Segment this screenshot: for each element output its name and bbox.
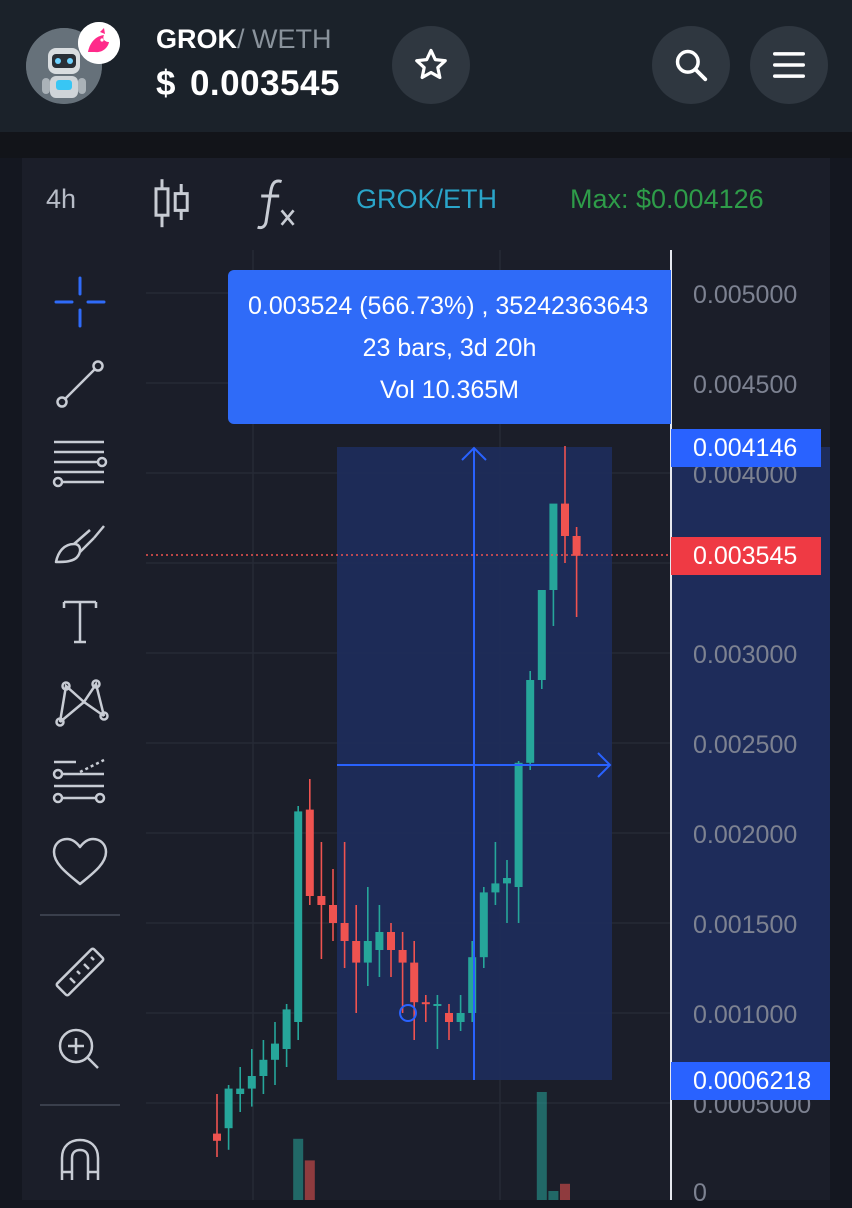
volume-bar xyxy=(293,1138,304,1200)
candle-body xyxy=(526,680,535,763)
candle-body xyxy=(398,950,407,963)
price-axis-label: 0.001000 xyxy=(693,1001,798,1029)
candle-body xyxy=(282,1009,291,1049)
crosshair-tool[interactable] xyxy=(50,272,110,332)
measure-volume-text: Vol 10.365M xyxy=(380,376,519,404)
candle-body xyxy=(317,896,326,905)
candle-body xyxy=(294,811,303,1022)
volume-bar xyxy=(560,1183,570,1200)
candle-body xyxy=(456,1013,465,1022)
zoom-in-tool[interactable] xyxy=(50,1020,110,1080)
candle-body xyxy=(561,503,569,536)
ruler-icon xyxy=(55,947,105,997)
trend-line-tool[interactable] xyxy=(50,352,110,412)
measure-change-text: 0.003524 (566.73%) , 35242363643 xyxy=(248,292,649,320)
candle-body xyxy=(491,883,500,893)
candle-body xyxy=(421,1002,430,1005)
candle-body xyxy=(537,590,546,680)
volume-bar xyxy=(536,1092,547,1200)
measure-bars-text: 23 bars, 3d 20h xyxy=(362,334,537,362)
candle-body xyxy=(329,905,337,923)
price-axis-label: 0.002000 xyxy=(693,821,798,849)
price-axis-label: 0.003000 xyxy=(693,641,798,669)
brush-tool[interactable] xyxy=(50,512,110,572)
candle-body xyxy=(387,932,395,950)
current-price-tag: 0.003545 xyxy=(671,537,821,575)
range-high-price-tag: 0.004146 xyxy=(671,429,821,467)
candle-body xyxy=(503,878,511,884)
horizontal-lines-icon xyxy=(52,440,108,488)
candle-body xyxy=(375,932,384,950)
pattern-icon xyxy=(55,679,109,727)
magnet-icon xyxy=(60,1138,100,1180)
trend-line-icon xyxy=(56,360,104,408)
price-axis-label: 0 xyxy=(693,1179,707,1207)
candle-body xyxy=(271,1043,279,1060)
price-axis-label: 0.005000 xyxy=(693,281,798,309)
volume-bar xyxy=(304,1160,315,1200)
candle-body xyxy=(410,962,419,1003)
candle-body xyxy=(340,923,349,941)
crosshair-icon xyxy=(54,276,106,328)
candle-body xyxy=(213,1133,221,1141)
candle-body xyxy=(514,762,523,887)
fib-lines-tool[interactable] xyxy=(50,752,110,812)
text-icon xyxy=(62,600,98,644)
price-axis-label: 0.001500 xyxy=(693,911,798,939)
measure-tooltip: 0.003524 (566.73%) , 35242363643 23 bars… xyxy=(228,270,671,424)
magnet-tool[interactable] xyxy=(50,1130,110,1190)
candle-body xyxy=(224,1088,233,1129)
candle-body xyxy=(363,941,372,963)
candle-body xyxy=(445,1013,453,1022)
candle-body xyxy=(247,1076,256,1089)
candle-body xyxy=(433,1004,442,1006)
price-axis-label: 0.002500 xyxy=(693,731,798,759)
volume-bars xyxy=(293,1092,570,1200)
horizontal-lines-tool[interactable] xyxy=(50,432,110,492)
favorite-heart-icon xyxy=(52,837,108,886)
candle-body xyxy=(305,809,314,896)
candle-body xyxy=(479,892,488,958)
pattern-tool[interactable] xyxy=(50,672,110,732)
candle-body xyxy=(352,941,361,963)
brush-icon xyxy=(54,525,105,564)
volume-bar xyxy=(548,1191,559,1200)
range-low-price-tag: 0.0006218 xyxy=(671,1062,830,1100)
candle-body xyxy=(572,536,581,556)
price-axis-label: 0.004500 xyxy=(693,371,798,399)
favorites-tool[interactable] xyxy=(50,832,110,892)
ruler-tool[interactable] xyxy=(50,942,110,1002)
fib-lines-icon xyxy=(52,758,106,804)
text-tool[interactable] xyxy=(50,592,110,652)
zoom-in-icon xyxy=(58,1028,99,1069)
candle-body xyxy=(236,1088,245,1094)
candle-body xyxy=(549,503,558,590)
toolbar-divider xyxy=(40,1104,120,1106)
candle-body xyxy=(259,1059,268,1076)
toolbar-divider xyxy=(40,914,120,916)
